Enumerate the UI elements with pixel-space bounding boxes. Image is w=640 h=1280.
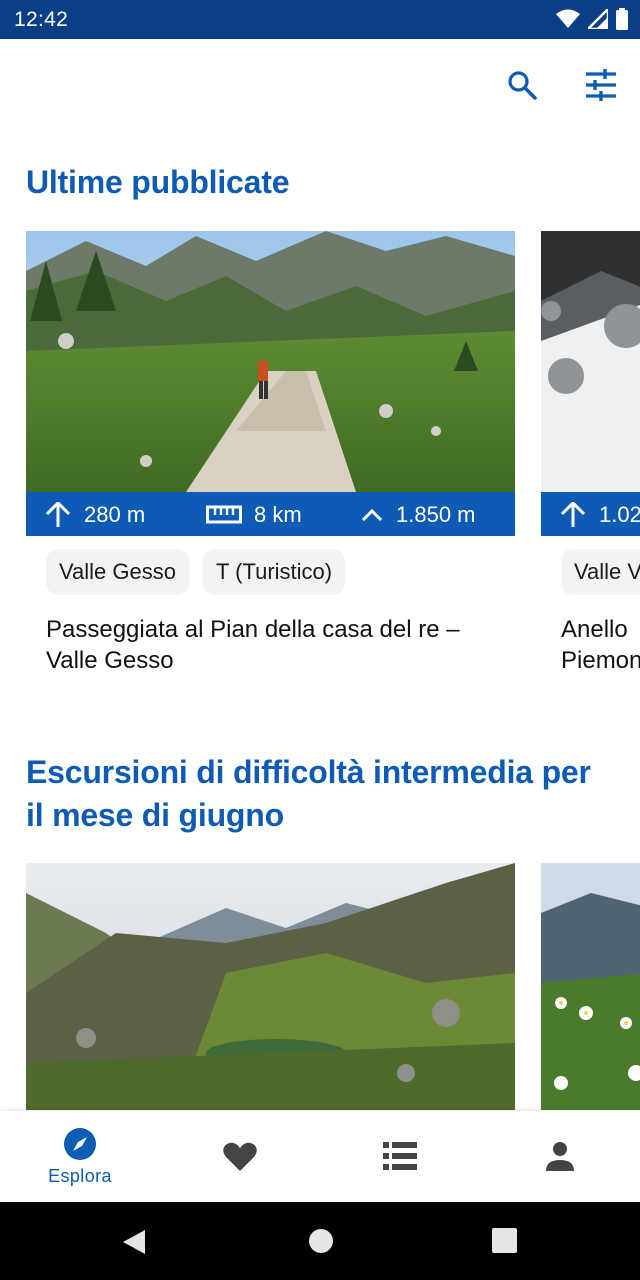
recents-icon[interactable] xyxy=(492,1228,517,1253)
nav-item-profile[interactable] xyxy=(480,1111,640,1202)
chip-row: Valle Gesso T (Turistico) xyxy=(46,549,515,595)
card-title: Anello Piemon xyxy=(561,614,640,676)
bottom-nav: Esplora xyxy=(0,1111,640,1202)
system-nav-bar xyxy=(0,1202,640,1280)
filter-button[interactable] xyxy=(581,65,621,105)
card-title: Passeggiata al Pian della casa del re – … xyxy=(46,616,460,674)
nav-item-favorites[interactable] xyxy=(160,1111,320,1202)
status-time: 12:42 xyxy=(14,8,69,31)
stat-elevation-value: 280 m xyxy=(84,502,146,527)
stat-elevation-gain: 280 m xyxy=(44,502,145,528)
arrow-up-icon xyxy=(45,502,71,527)
stats-bar: 1.02 xyxy=(541,492,640,536)
chip-row: Valle V xyxy=(561,549,640,595)
search-icon xyxy=(508,71,537,100)
chip-area[interactable]: Valle Gesso xyxy=(46,549,189,595)
stat-altitude-value: 1.850 m xyxy=(396,502,476,527)
nav-item-lists[interactable] xyxy=(320,1111,480,1202)
back-icon[interactable] xyxy=(121,1228,147,1256)
stat-elevation-value: 1.02 xyxy=(599,502,640,527)
trail-card[interactable]: 280 m 8 km 1.850 m Valle Gesso T (Turist… xyxy=(26,231,515,676)
home-icon[interactable] xyxy=(308,1228,334,1254)
card-title-line: Anello xyxy=(561,616,628,643)
chevron-up-icon xyxy=(361,508,383,522)
ruler-icon xyxy=(206,505,242,524)
trail-card-partial[interactable]: 1.02 Valle V Anello Piemon xyxy=(541,231,640,676)
heart-icon xyxy=(223,1142,257,1171)
person-icon xyxy=(546,1142,574,1171)
battery-icon xyxy=(616,8,628,30)
stat-distance-value: 8 km xyxy=(254,502,302,527)
search-button[interactable] xyxy=(502,65,542,105)
nav-label-explore: Esplora xyxy=(48,1166,112,1186)
card-title-line: Piemon xyxy=(561,647,640,674)
section-title-intermediate: Escursioni di difficoltà intermedia per … xyxy=(26,754,591,833)
app-bar xyxy=(0,39,640,131)
trail-photo xyxy=(26,863,515,1110)
stat-max-altitude: 1.850 m xyxy=(360,502,476,528)
chip-area[interactable]: Valle V xyxy=(561,549,640,595)
trail-card[interactable] xyxy=(26,863,515,1110)
signal-icon xyxy=(588,9,608,29)
system-icons xyxy=(556,8,628,30)
wifi-icon xyxy=(556,9,580,28)
chip-difficulty[interactable]: T (Turistico) xyxy=(202,549,346,595)
list-icon xyxy=(383,1142,417,1170)
stats-bar: 280 m 8 km 1.850 m xyxy=(26,492,515,536)
stat-elevation-gain: 1.02 xyxy=(559,502,640,528)
filter-sliders-icon xyxy=(586,69,616,101)
arrow-up-icon xyxy=(560,502,586,527)
trail-card-partial[interactable] xyxy=(541,863,640,1110)
status-bar: 12:42 xyxy=(0,0,640,39)
trail-photo xyxy=(541,863,640,1110)
section-title-latest: Ultime pubblicate xyxy=(26,164,290,200)
trail-photo xyxy=(26,231,515,492)
stat-distance: 8 km xyxy=(206,502,302,528)
trail-photo xyxy=(541,231,640,492)
nav-item-explore[interactable]: Esplora xyxy=(0,1111,160,1202)
compass-icon xyxy=(64,1128,96,1160)
